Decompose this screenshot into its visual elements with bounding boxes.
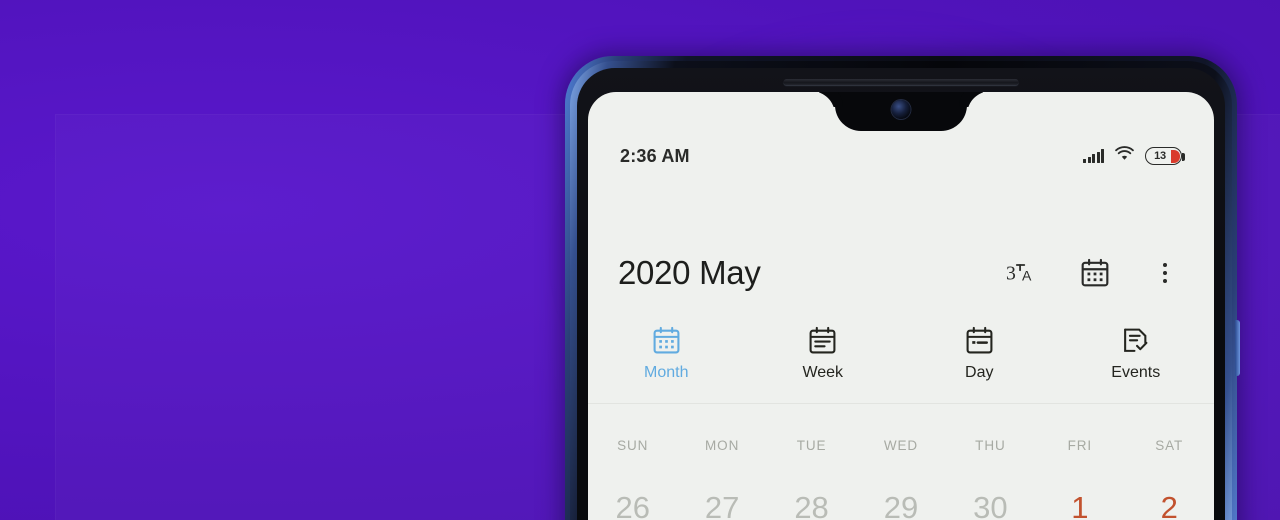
weekday-mon: MON [705,437,740,453]
date-cell[interactable]: 29 [856,490,945,520]
events-checklist-icon [1124,328,1148,352]
more-vertical-icon [1163,271,1167,275]
weekday-fri: FRI [1067,437,1093,453]
svg-text:A: A [1022,268,1032,284]
weekday-sat: SAT [1155,437,1184,453]
view-tabs: Month Week Day Events [588,304,1214,403]
cellular-signal-icon [1083,149,1104,163]
phone-screen: 2:36 AM 13 2020 May 3 A Month Week Day E… [588,92,1214,520]
overflow-menu-button[interactable] [1154,259,1176,287]
phone-mockup: 2:36 AM 13 2020 May 3 A Month Week Day E… [565,56,1240,520]
app-bar: 2020 May 3 A [588,242,1214,304]
more-vertical-icon [1163,263,1167,267]
status-bar: 2:36 AM 13 [588,138,1214,174]
tab-label-month: Month [644,363,689,381]
power-button[interactable] [1235,320,1240,376]
date-cell[interactable]: 27 [677,490,766,520]
date-number: 27 [704,490,740,520]
date-cell[interactable]: 2 [1125,490,1214,520]
calendar-date-row: 26 27 28 29 30 1 2 [588,490,1214,520]
battery-icon: 13 [1145,147,1185,165]
tab-label-events: Events [1111,363,1161,381]
translate-icon: 3 A [1006,263,1032,285]
calendar-week-icon [809,326,836,353]
page-title: 2020 May [618,254,761,291]
tab-day[interactable]: Day [901,326,1058,382]
date-cell[interactable]: 26 [588,490,677,520]
status-bar-clock: 2:36 AM [620,145,690,166]
date-number: 29 [883,490,919,520]
calendar-icon [1081,258,1109,287]
calendar-day-icon [966,326,993,353]
language-toggle-button[interactable]: 3 A [1006,258,1036,288]
tab-month[interactable]: Month [588,326,745,382]
waterdrop-notch [835,92,967,131]
app-bar-actions: 3 A [1006,258,1184,288]
date-cell[interactable]: 28 [767,490,856,520]
divider [588,403,1214,404]
date-number: 1 [1071,490,1089,520]
weekday-tue: TUE [796,437,827,453]
battery-level-text: 13 [1154,150,1166,162]
weekday-header-row: SUN MON TUE WED THU FRI SAT [588,424,1214,466]
date-cell-today[interactable]: 1 [1035,490,1124,520]
date-number: 30 [973,490,1008,520]
calendar-month-icon [653,326,680,353]
wifi-icon [1115,146,1134,166]
weekday-wed: WED [883,437,919,453]
tab-events[interactable]: Events [1058,326,1215,382]
earpiece-speaker [783,79,1019,85]
front-camera-icon [891,100,911,119]
svg-text:3: 3 [1006,263,1016,285]
battery-fill [1170,149,1180,163]
tab-week[interactable]: Week [745,326,902,382]
tab-label-day: Day [965,363,994,381]
date-number: 26 [615,490,650,520]
date-cell[interactable]: 30 [946,490,1035,520]
weekday-thu: THU [975,437,1006,453]
date-number: 28 [794,490,829,520]
tab-label-week: Week [802,363,844,381]
weekday-sun: SUN [617,437,649,453]
date-number: 2 [1160,490,1178,520]
status-bar-icons: 13 [1083,146,1185,166]
more-vertical-icon [1163,279,1167,283]
go-to-date-button[interactable] [1080,258,1110,288]
